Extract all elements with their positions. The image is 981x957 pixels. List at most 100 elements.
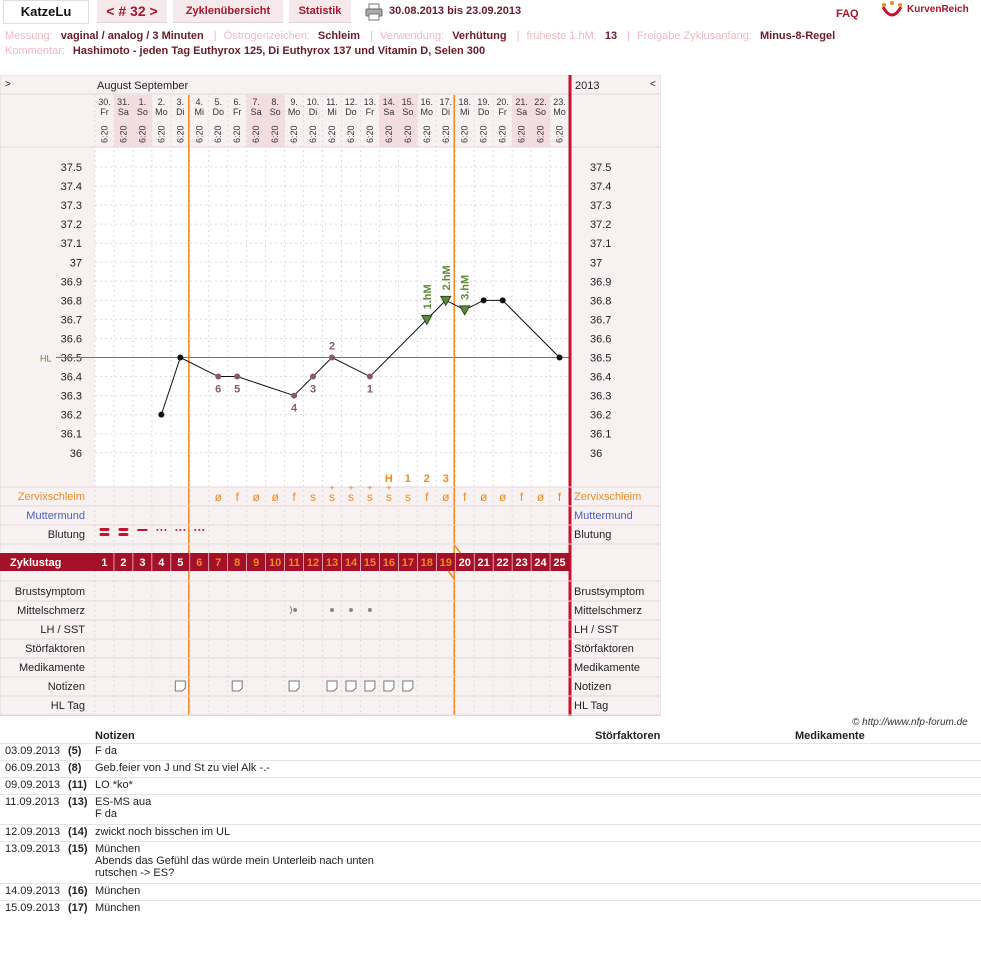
- note-icon: [345, 680, 357, 692]
- weekday-label: Di: [309, 107, 318, 117]
- cycle-day-number: 24: [534, 557, 547, 569]
- zervix-value: ø: [271, 490, 279, 504]
- time-label: 6:20: [536, 125, 546, 143]
- user-name[interactable]: KatzeLu: [3, 0, 89, 24]
- note-text: zwickt noch bisschen im UL: [95, 826, 231, 838]
- note-text: Geb.feier von J und St zu viel Alk -.-: [95, 762, 270, 774]
- note-date: 15.09.2013: [5, 902, 61, 914]
- cycle-day-number: 18: [421, 557, 433, 569]
- note-icon: [174, 680, 186, 692]
- zervix-label-left: Zervixschleim: [18, 491, 85, 503]
- note-cycle-day: (5): [68, 745, 82, 757]
- day-label: 21.: [515, 97, 528, 107]
- day-label: 23.: [553, 97, 566, 107]
- h-row-label: 2: [424, 473, 430, 485]
- low-temp-point: [234, 373, 241, 380]
- low-temp-point: [329, 354, 335, 361]
- note-row: 14.09.2013 (16) München: [0, 883, 981, 900]
- y-tick-right: 37: [590, 257, 602, 269]
- cycle-navigation[interactable]: < # 32 >: [97, 0, 167, 23]
- time-label: 6:20: [118, 125, 128, 143]
- cycle-day-number: 2: [120, 557, 126, 569]
- bleeding-mark: [99, 528, 110, 531]
- day-label: 7.: [252, 97, 260, 107]
- low-temp-label: 6: [215, 384, 221, 396]
- low-temp-label: 3: [310, 384, 316, 396]
- blutung-label-left: Blutung: [48, 529, 85, 541]
- y-tick-right: 37.5: [590, 162, 611, 174]
- weekday-label: Sa: [118, 107, 129, 117]
- temperature-point: [177, 354, 184, 361]
- time-label: 6:20: [175, 125, 185, 143]
- low-temp-label: 1: [367, 384, 373, 396]
- faq-link[interactable]: FAQ: [836, 8, 859, 20]
- day-label: 5.: [214, 97, 222, 107]
- note-row: 09.09.2013 (11) LO *ko*: [0, 777, 981, 794]
- zervix-label-right: Zervixschleim: [574, 491, 641, 503]
- muttermund-label-right: Muttermund: [574, 510, 633, 522]
- note-text: F da: [95, 745, 118, 757]
- bleeding-mark: [118, 528, 129, 531]
- weekday-label: Fr: [498, 107, 507, 117]
- bleeding-dot: [198, 529, 201, 531]
- weekday-label: So: [402, 107, 413, 117]
- bleeding-dot: [160, 529, 163, 531]
- time-label: 6:20: [479, 125, 489, 143]
- y-tick-right: 37.4: [590, 181, 611, 193]
- copyright: © http://www.nfp-forum.de: [852, 717, 968, 728]
- tab-statistik[interactable]: Statistik: [289, 0, 351, 23]
- weekday-label: Fr: [366, 107, 375, 117]
- print-icon[interactable]: [365, 3, 383, 21]
- cycle-day-number: 22: [497, 557, 509, 569]
- day-label: 2.: [158, 97, 166, 107]
- note-text: ES-MS aua F da: [95, 796, 152, 820]
- bleeding-mark: [137, 529, 148, 531]
- temperature-point: [556, 354, 563, 361]
- note-row: 03.09.2013 (5) F da: [0, 743, 981, 760]
- h-row-label: 1: [405, 473, 411, 485]
- blutung-label-right: Blutung: [574, 529, 611, 541]
- mittel-label-right: Mittelschmerz: [574, 605, 642, 617]
- zervix-value: ø: [480, 490, 488, 504]
- time-label: 6:20: [422, 125, 432, 143]
- measurement-info: Messung: vaginal / analog / 3 Minuten | Ös…: [5, 30, 836, 42]
- kurvenreich-logo-text[interactable]: KurvenReich: [907, 4, 969, 15]
- cycle-day-number: 3: [139, 557, 145, 569]
- y-tick-right: 36.4: [590, 372, 611, 384]
- day-label: 14.: [383, 97, 396, 107]
- medi-label-left: Medikamente: [19, 662, 85, 674]
- note-cycle-day: (13): [68, 796, 88, 808]
- low-temp-label: 5: [234, 384, 240, 396]
- bleeding-dot: [179, 529, 182, 531]
- cycle-day-number: 6: [196, 557, 202, 569]
- hl-label: HL: [40, 354, 52, 364]
- day-label: 8.: [271, 97, 279, 107]
- month-label: August September: [97, 80, 188, 92]
- note-icon: [364, 680, 376, 692]
- weekday-label: Fr: [100, 107, 109, 117]
- time-label: 6:20: [384, 125, 394, 143]
- cycle-day-number: 13: [326, 557, 338, 569]
- tab-zyklenuebersicht[interactable]: Zyklenübersicht: [173, 0, 283, 23]
- zervix-plus: +: [386, 483, 391, 493]
- day-label: 13.: [364, 97, 377, 107]
- year-label: 2013: [575, 80, 599, 92]
- day-label: 3.: [177, 97, 185, 107]
- muttermund-label-left: Muttermund: [26, 510, 85, 522]
- brust-label-left: Brustsymptom: [15, 586, 85, 598]
- stoer-label-right: Störfaktoren: [574, 643, 634, 655]
- temperature-point: [480, 297, 487, 304]
- bleeding-dot: [156, 529, 159, 531]
- time-label: 6:20: [346, 125, 356, 143]
- date-range: 30.08.2013 bis 23.09.2013: [389, 5, 522, 17]
- y-tick-left: 36: [70, 448, 82, 460]
- weekday-label: Fr: [233, 107, 242, 117]
- day-label: 16.: [421, 97, 434, 107]
- day-label: 19.: [477, 97, 490, 107]
- weekday-label: Sa: [383, 107, 394, 117]
- y-tick-left: 37.1: [61, 238, 82, 250]
- weekday-label: Mo: [155, 107, 168, 117]
- time-label: 6:20: [498, 125, 508, 143]
- weekday-label: Di: [176, 107, 185, 117]
- note-date: 13.09.2013: [5, 843, 61, 855]
